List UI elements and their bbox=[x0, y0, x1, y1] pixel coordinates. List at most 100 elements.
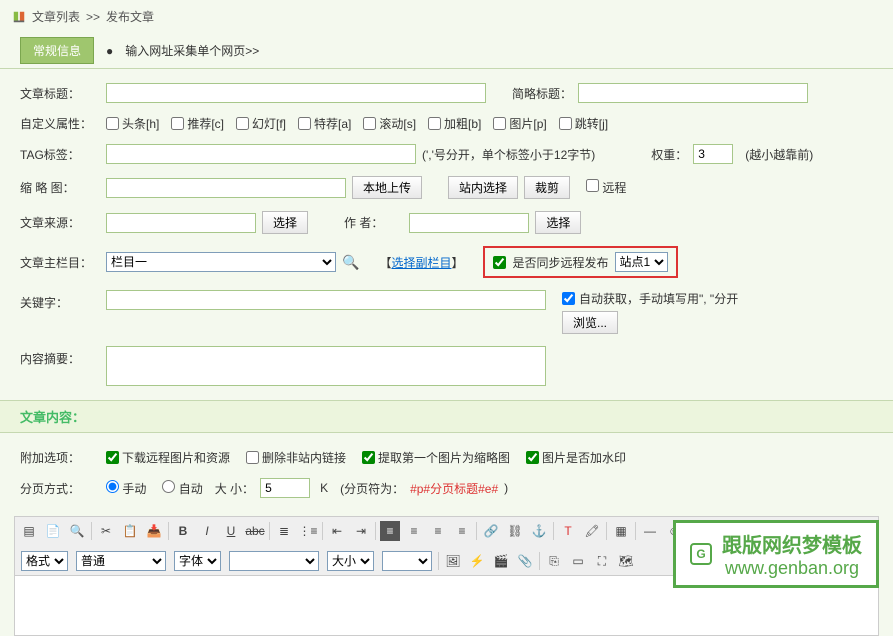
attr-p-checkbox[interactable] bbox=[493, 117, 506, 130]
media-icon[interactable]: 🎬 bbox=[491, 551, 511, 571]
paging-auto-radio[interactable] bbox=[162, 480, 175, 493]
textcolor-icon[interactable]: T bbox=[558, 521, 578, 541]
attr-c-label: 推荐[c] bbox=[187, 115, 224, 132]
label-source: 文章来源： bbox=[20, 214, 100, 231]
underline-icon[interactable]: U bbox=[221, 521, 241, 541]
attr-b-checkbox[interactable] bbox=[428, 117, 441, 130]
author-input[interactable] bbox=[409, 213, 529, 233]
cut-icon[interactable]: ✂ bbox=[96, 521, 116, 541]
paste-icon[interactable]: 📥 bbox=[144, 521, 164, 541]
attach-icon[interactable]: 📎 bbox=[515, 551, 535, 571]
attr-a-checkbox[interactable] bbox=[298, 117, 311, 130]
source-input[interactable] bbox=[106, 213, 256, 233]
align-center-icon[interactable]: ≡ bbox=[404, 521, 424, 541]
flash-icon[interactable]: ⚡ bbox=[467, 551, 487, 571]
source-select-button[interactable]: 选择 bbox=[262, 211, 308, 234]
outdent-icon[interactable]: ⇤ bbox=[327, 521, 347, 541]
align-right-icon[interactable]: ≡ bbox=[428, 521, 448, 541]
content-section-title: 文章内容： bbox=[0, 400, 893, 433]
sync-remote-label: 是否同步远程发布 bbox=[512, 254, 608, 271]
sync-remote-checkbox[interactable] bbox=[493, 256, 506, 269]
browse-button[interactable]: 浏览... bbox=[562, 311, 618, 334]
weight-input[interactable] bbox=[693, 144, 733, 164]
attr-c-checkbox[interactable] bbox=[171, 117, 184, 130]
ol-icon[interactable]: ≣ bbox=[274, 521, 294, 541]
label-weight: 权重： bbox=[651, 146, 687, 163]
breadcrumb: 文章列表 >> 发布文章 bbox=[0, 0, 893, 33]
link-icon[interactable]: 🔗 bbox=[481, 521, 501, 541]
attr-s-checkbox[interactable] bbox=[363, 117, 376, 130]
paging-auto-label: 自动 bbox=[179, 482, 203, 496]
table-icon[interactable]: ▦ bbox=[611, 521, 631, 541]
size-unit: K bbox=[320, 481, 328, 495]
bold-icon[interactable]: B bbox=[173, 521, 193, 541]
indent-icon[interactable]: ⇥ bbox=[351, 521, 371, 541]
site-select[interactable]: 站点1 bbox=[615, 252, 668, 272]
extra-3-checkbox[interactable] bbox=[526, 451, 539, 464]
size-select[interactable]: 大小 bbox=[327, 551, 374, 571]
tab-general[interactable]: 常规信息 bbox=[20, 37, 94, 64]
short-title-input[interactable] bbox=[578, 83, 808, 103]
font-select[interactable]: 字体 bbox=[174, 551, 221, 571]
magnify-icon[interactable]: 🔍 bbox=[342, 254, 359, 271]
bgcolor-icon[interactable]: 🖍 bbox=[582, 521, 602, 541]
subcat-link[interactable]: 选择副栏目 bbox=[391, 256, 451, 270]
size-label: 大 小： bbox=[215, 480, 254, 497]
site-select-button[interactable]: 站内选择 bbox=[448, 176, 518, 199]
anchor-icon[interactable]: ⚓ bbox=[529, 521, 549, 541]
font-value-select[interactable] bbox=[229, 551, 319, 571]
sync-remote-box: 是否同步远程发布 站点1 bbox=[483, 246, 677, 278]
collect-url-link[interactable]: 输入网址采集单个网页>> bbox=[125, 42, 259, 59]
newdoc-icon[interactable]: 📄 bbox=[43, 521, 63, 541]
pagebreak-icon[interactable]: ⎘ bbox=[544, 551, 564, 571]
extra-2-checkbox[interactable] bbox=[362, 451, 375, 464]
breadcrumb-list[interactable]: 文章列表 bbox=[32, 8, 80, 25]
unlink-icon[interactable]: ⛓ bbox=[505, 521, 525, 541]
source-icon[interactable]: ▤ bbox=[19, 521, 39, 541]
italic-icon[interactable]: I bbox=[197, 521, 217, 541]
local-upload-button[interactable]: 本地上传 bbox=[352, 176, 422, 199]
paging-manual-radio[interactable] bbox=[106, 480, 119, 493]
size-input[interactable] bbox=[260, 478, 310, 498]
crop-button[interactable]: 裁剪 bbox=[524, 176, 570, 199]
align-justify-icon[interactable]: ≡ bbox=[452, 521, 472, 541]
keywords-input[interactable] bbox=[106, 290, 546, 310]
size-value-select[interactable] bbox=[382, 551, 432, 571]
maincat-select[interactable]: 栏目一 bbox=[106, 252, 336, 272]
tags-input[interactable] bbox=[106, 144, 416, 164]
format-select[interactable]: 格式 bbox=[21, 551, 68, 571]
attr-h-label: 头条[h] bbox=[122, 115, 159, 132]
preview-icon[interactable]: 🔍 bbox=[67, 521, 87, 541]
author-select-button[interactable]: 选择 bbox=[535, 211, 581, 234]
remote-checkbox[interactable] bbox=[586, 179, 599, 192]
align-left-icon[interactable]: ≡ bbox=[380, 521, 400, 541]
template-icon[interactable]: ▭ bbox=[568, 551, 588, 571]
hr-icon[interactable]: — bbox=[640, 521, 660, 541]
attr-f-checkbox[interactable] bbox=[236, 117, 249, 130]
label-maincat: 文章主栏目： bbox=[20, 254, 100, 271]
strike-icon[interactable]: abc bbox=[245, 521, 265, 541]
weight-note: (越小越靠前) bbox=[745, 146, 813, 163]
book-icon bbox=[12, 10, 26, 24]
format-value-select[interactable]: 普通 bbox=[76, 551, 166, 571]
title-input[interactable] bbox=[106, 83, 486, 103]
attr-j-checkbox[interactable] bbox=[559, 117, 572, 130]
extra-0-checkbox[interactable] bbox=[106, 451, 119, 464]
fullscreen-icon[interactable]: ⛶ bbox=[592, 551, 612, 571]
label-title: 文章标题： bbox=[20, 85, 100, 102]
extra-0-label: 下载远程图片和资源 bbox=[122, 449, 230, 466]
extra-1-checkbox[interactable] bbox=[246, 451, 259, 464]
copy-icon[interactable]: 📋 bbox=[120, 521, 140, 541]
attr-f-label: 幻灯[f] bbox=[252, 115, 286, 132]
ul-icon[interactable]: ⋮≡ bbox=[298, 521, 318, 541]
attrs-group: 头条[h] 推荐[c] 幻灯[f] 特荐[a] 滚动[s] 加粗[b] 图片[p… bbox=[106, 115, 616, 132]
thumb-input[interactable] bbox=[106, 178, 346, 198]
image-icon[interactable]: 🖼 bbox=[443, 551, 463, 571]
summary-textarea[interactable] bbox=[106, 346, 546, 386]
subcat-wrap: 【选择副栏目】 bbox=[379, 254, 463, 271]
extra-1-label: 删除非站内链接 bbox=[262, 449, 346, 466]
label-short-title: 简略标题： bbox=[512, 85, 572, 102]
attr-h-checkbox[interactable] bbox=[106, 117, 119, 130]
autokw-checkbox[interactable] bbox=[562, 292, 575, 305]
map-icon[interactable]: 🗺 bbox=[616, 551, 636, 571]
